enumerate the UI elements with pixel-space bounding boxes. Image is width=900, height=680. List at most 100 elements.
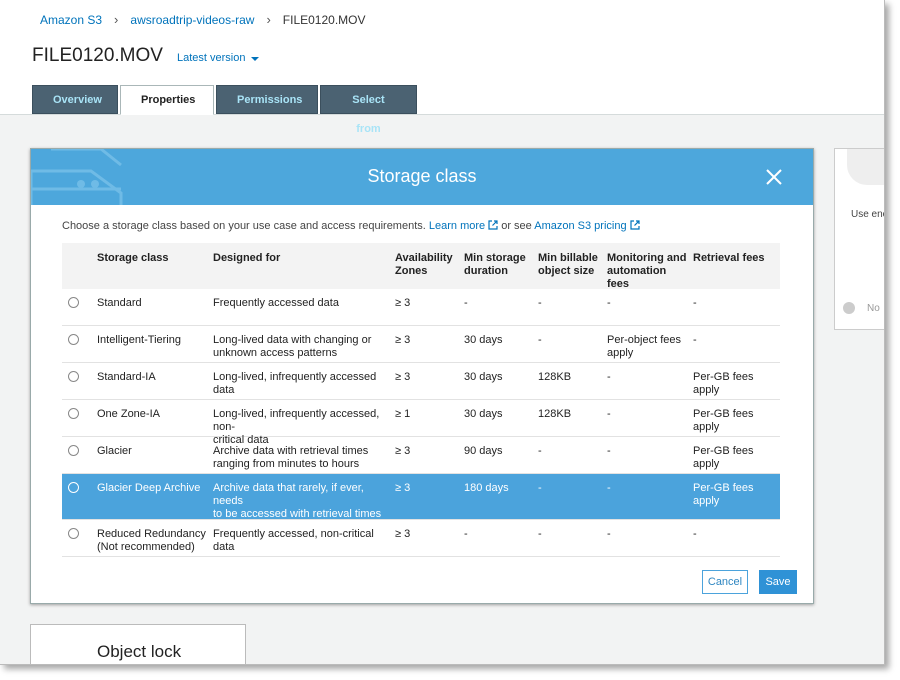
table-row[interactable]: One Zone-IA Long-lived, infrequently acce… <box>62 400 780 446</box>
storage-class-radio[interactable] <box>68 334 79 345</box>
cell-line: Standard-IA <box>97 371 156 383</box>
monitoring-fees-cell: - <box>607 528 691 541</box>
table-row[interactable]: Glacier Deep Archive Archive data that ra… <box>62 474 780 546</box>
header-line: automation fees <box>607 265 667 290</box>
chevron-right-icon: › <box>114 12 119 27</box>
version-dropdown[interactable]: Latest version <box>176 52 260 64</box>
object-lock-title: Object lock <box>97 642 182 661</box>
card-decoration <box>847 149 884 185</box>
availability-zones-cell: ≥ 1 <box>395 408 411 420</box>
cell-line: Frequently accessed data <box>213 297 339 309</box>
storage-class-radio[interactable] <box>68 297 79 308</box>
min-object-size-cell: - <box>538 297 542 309</box>
table-row[interactable]: Standard Frequently accessed data ≥ 3 - - - - <box>62 289 780 326</box>
breadcrumb-link-s3[interactable]: Amazon S3 <box>40 13 102 27</box>
retrieval-fees-cell: Per-GB fees apply <box>693 371 754 396</box>
column-header-availability-zones: Availability Zones <box>395 252 459 278</box>
header-line: Monitoring and <box>607 252 687 264</box>
cell-line: Glacier Deep Archive <box>97 482 201 494</box>
min-object-size-cell: 128KB <box>538 371 572 383</box>
cell-line: Long-lived, infrequently accessed, non- <box>213 408 380 433</box>
storage-class-table: Storage class Designed for Availability Z… <box>62 243 780 557</box>
storage-class-radio[interactable] <box>68 371 79 382</box>
availability-zones-cell: ≥ 3 <box>395 482 411 494</box>
s3-console-page: Amazon S3 › awsroadtrip-videos-raw › FIL… <box>0 0 885 665</box>
save-button[interactable]: Save <box>759 570 797 594</box>
storage-class-name-cell: Intelligent-Tiering <box>97 334 209 347</box>
tab-select-from[interactable]: Select from <box>320 85 417 135</box>
cancel-button[interactable]: Cancel <box>702 570 748 594</box>
storage-class-radio[interactable] <box>68 445 79 456</box>
designed-for-cell: Long-lived data with changing or unknown … <box>213 334 391 360</box>
storage-class-radio[interactable] <box>68 482 79 493</box>
monitoring-fees-cell: Per-object fees apply <box>607 334 691 360</box>
header-line: Zones <box>395 265 428 277</box>
storage-class-name-cell: Standard-IA <box>97 371 209 384</box>
header-line: duration <box>464 265 508 277</box>
availability-zones-cell: ≥ 3 <box>395 445 411 457</box>
retrieval-fees-cell: Per-GB fees apply <box>693 445 754 470</box>
cell-line: Long-lived, infrequently accessed data <box>213 371 377 396</box>
monitoring-fees-cell: - <box>607 297 691 310</box>
designed-for-cell: Archive data with retrieval times ranging… <box>213 445 391 471</box>
column-header-monitoring: Monitoring and automation fees <box>607 252 691 291</box>
breadcrumb-link-bucket[interactable]: awsroadtrip-videos-raw <box>130 13 254 27</box>
tab-properties[interactable]: Properties <box>120 85 214 115</box>
tab-bar: Overview Properties Permissions Select f… <box>32 85 419 135</box>
storage-class-name-cell: Standard <box>97 297 209 310</box>
cell-line: - <box>607 371 611 383</box>
header-line: object size <box>538 265 595 277</box>
storage-class-radio[interactable] <box>68 528 79 539</box>
tab-permissions[interactable]: Permissions <box>216 85 318 114</box>
monitoring-fees-cell: - <box>607 408 691 421</box>
table-row[interactable]: Standard-IA Long-lived, infrequently acce… <box>62 363 780 400</box>
learn-more-label: Learn more <box>428 220 486 232</box>
table-row[interactable]: Reduced Redundancy (Not recommended) Frequ… <box>62 520 780 557</box>
table-row[interactable]: Intelligent-Tiering Long-lived data with … <box>62 326 780 363</box>
monitoring-fees-cell: - <box>607 482 691 495</box>
modal-header: Storage class <box>31 149 813 205</box>
title-row: FILE0120.MOV Latest version <box>32 45 260 67</box>
cell-line: - <box>607 297 611 309</box>
pricing-link[interactable]: Amazon S3 pricing <box>534 220 640 232</box>
cell-line: (Not recommended) <box>97 541 195 553</box>
external-link-icon <box>488 220 498 230</box>
external-link-icon <box>629 220 640 230</box>
cell-line: ranging from minutes to hours <box>213 458 360 470</box>
pricing-label: Amazon S3 pricing <box>534 220 627 232</box>
min-object-size-cell: - <box>538 528 542 540</box>
intro-prefix: Choose a storage class based on your use… <box>62 220 426 232</box>
modal-title: Storage class <box>367 166 477 186</box>
table-row[interactable]: Glacier Archive data with retrieval times… <box>62 437 780 474</box>
cell-line: Reduced Redundancy <box>97 528 206 540</box>
header-line: Min storage <box>464 252 526 264</box>
cell-line: Long-lived data with changing or <box>213 334 372 346</box>
min-object-size-cell: - <box>538 482 542 494</box>
storage-class-modal: Storage class Choose a storage class bas… <box>30 148 814 604</box>
table-header: Storage class Designed for Availability Z… <box>62 243 780 291</box>
availability-zones-cell: ≥ 3 <box>395 371 411 383</box>
column-header-min-duration: Min storage duration <box>464 252 534 278</box>
learn-more-link[interactable]: Learn more <box>429 220 498 232</box>
min-object-size-cell: - <box>538 334 542 346</box>
monitoring-fees-cell: - <box>607 445 691 458</box>
cell-line: Archive data that rarely, if ever, needs <box>213 482 364 507</box>
background-card-text: Use enc <box>851 209 885 220</box>
cell-line: apply <box>607 347 634 359</box>
storage-class-radio[interactable] <box>68 408 79 419</box>
close-icon[interactable] <box>765 168 783 186</box>
tab-overview[interactable]: Overview <box>32 85 118 114</box>
header-line: Min billable <box>538 252 598 264</box>
monitoring-fees-cell: - <box>607 371 691 384</box>
min-storage-duration-cell: 30 days <box>464 408 503 420</box>
version-label: Latest version <box>176 52 246 64</box>
cell-line: Archive data with retrieval times <box>213 445 369 457</box>
availability-zones-cell: ≥ 3 <box>395 528 411 540</box>
storage-class-name-cell: Glacier <box>97 445 209 458</box>
page-title: FILE0120.MOV <box>32 45 163 66</box>
availability-zones-cell: ≥ 3 <box>395 334 411 346</box>
storage-class-name-cell: Reduced Redundancy (Not recommended) <box>97 528 209 554</box>
cell-line: Frequently accessed, non-critical data <box>213 528 374 553</box>
retrieval-fees-cell: - <box>693 297 697 309</box>
object-lock-card[interactable]: Object lock <box>30 624 246 664</box>
